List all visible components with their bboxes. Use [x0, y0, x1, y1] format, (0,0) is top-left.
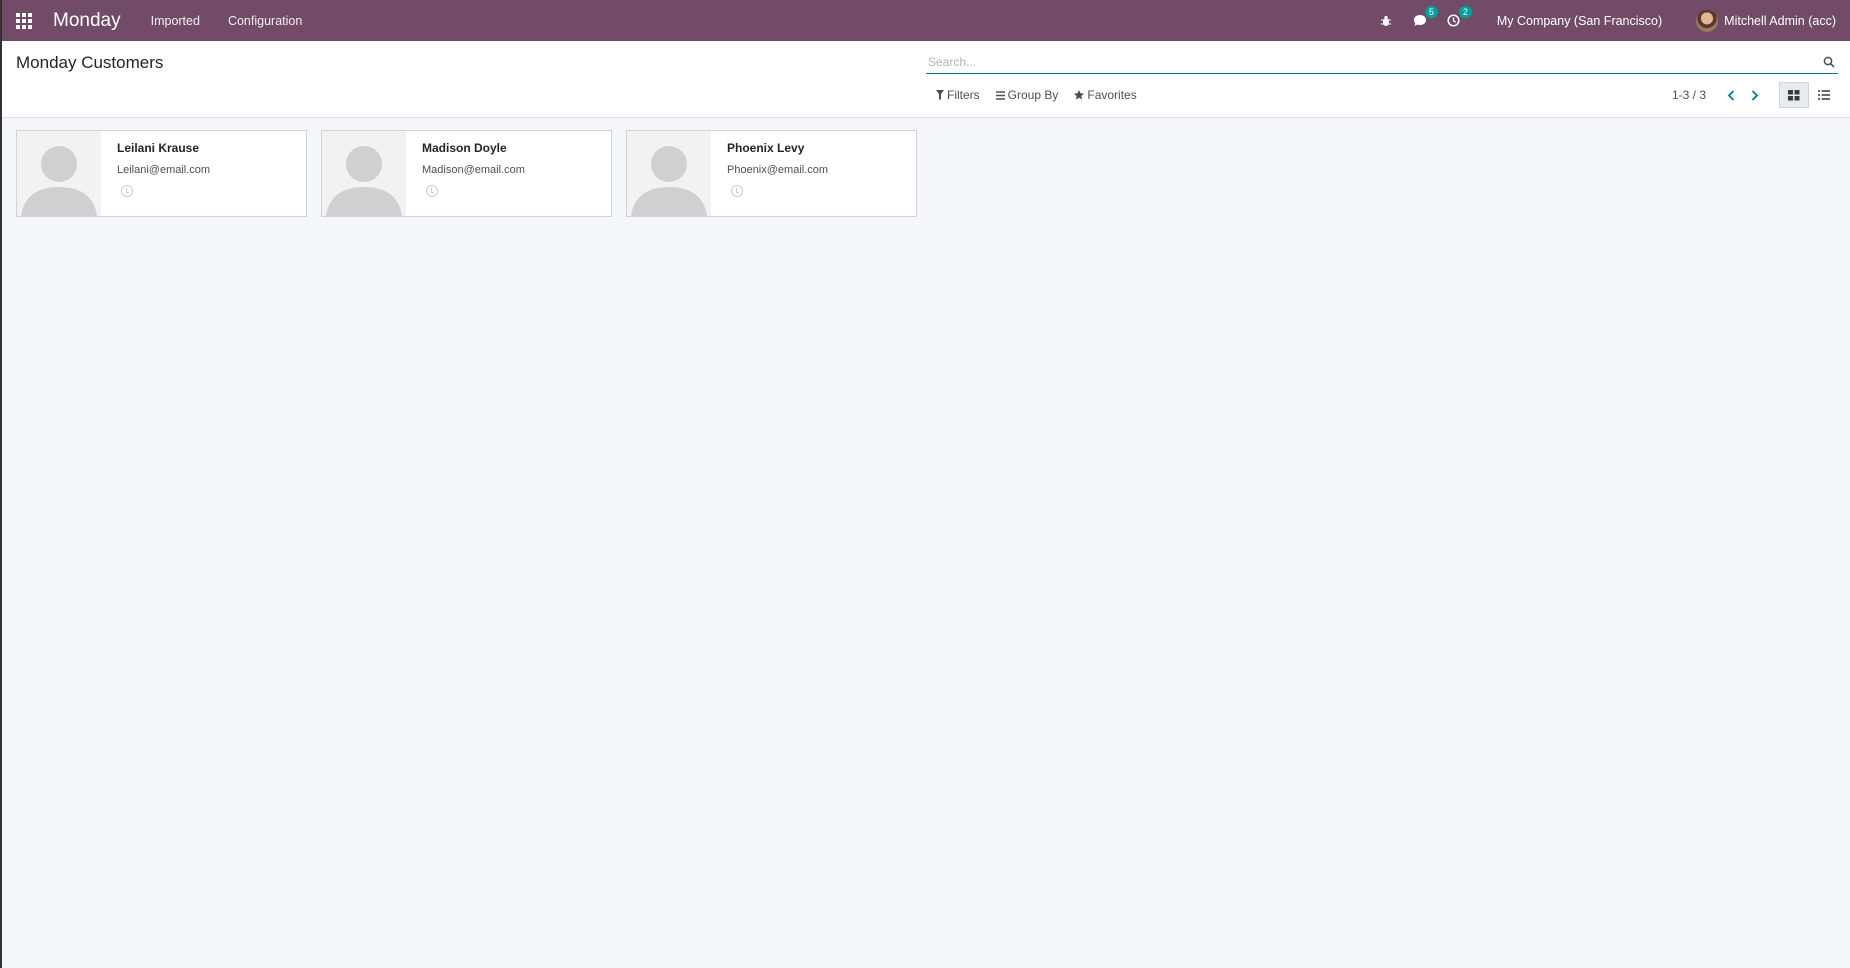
kanban-view: Leilani Krause Leilani@email.com Madison…	[16, 130, 917, 217]
filters-label: Filters	[947, 88, 980, 102]
customer-avatar-placeholder	[627, 131, 711, 216]
group-by-button[interactable]: Group By	[995, 88, 1059, 102]
activities-badge: 2	[1458, 5, 1472, 18]
filter-icon	[936, 90, 944, 100]
search-input[interactable]	[926, 54, 1820, 69]
pager-next-icon[interactable]	[1748, 88, 1762, 102]
menu-item-configuration[interactable]: Configuration	[214, 14, 316, 28]
systray: 5 2 My Company (San Francisco) Mitchell …	[1369, 0, 1850, 41]
user-menu[interactable]: Mitchell Admin (acc)	[1696, 9, 1836, 32]
filters-button[interactable]: Filters	[936, 88, 980, 102]
activity-clock-icon[interactable]	[121, 185, 133, 197]
kanban-view-icon[interactable]	[1779, 82, 1809, 108]
user-name: Mitchell Admin (acc)	[1724, 13, 1836, 28]
top-navbar: Monday Imported Configuration 5 2 My Com…	[2, 0, 1850, 41]
favorites-label: Favorites	[1087, 88, 1137, 102]
company-switcher[interactable]: My Company (San Francisco)	[1497, 14, 1662, 28]
pager-value[interactable]: 1-3 / 3	[1672, 88, 1706, 102]
group-by-label: Group By	[1007, 88, 1059, 102]
pager-previous-icon[interactable]	[1724, 88, 1738, 102]
star-icon	[1074, 90, 1085, 100]
page-title: Monday Customers	[16, 53, 164, 72]
search-icon[interactable]	[1820, 53, 1838, 71]
customer-name: Leilani Krause	[117, 141, 200, 155]
customer-avatar-placeholder	[17, 131, 101, 216]
customer-email: Leilani@email.com	[117, 164, 211, 176]
search-bar	[926, 50, 1838, 74]
list-view-icon[interactable]	[1809, 82, 1839, 108]
customer-email: Phoenix@email.com	[727, 164, 829, 176]
customer-avatar-placeholder	[322, 131, 406, 216]
debug-bug-icon[interactable]	[1378, 13, 1394, 29]
user-avatar	[1696, 9, 1719, 32]
customer-name: Madison Doyle	[422, 141, 507, 155]
menu-item-imported[interactable]: Imported	[137, 14, 214, 28]
activity-clock-icon[interactable]	[731, 185, 743, 197]
search-options: Filters Group By Favorites	[936, 88, 1137, 102]
kanban-card[interactable]: Madison Doyle Madison@email.com	[321, 130, 612, 217]
control-panel: Monday Customers Filters Group By Favori…	[2, 41, 1850, 118]
customer-name: Phoenix Levy	[727, 141, 805, 155]
app-brand[interactable]: Monday	[53, 10, 121, 32]
customer-email: Madison@email.com	[422, 164, 525, 176]
apps-menu-icon[interactable]	[16, 12, 32, 29]
activity-clock-icon[interactable]	[426, 185, 438, 197]
messages-icon[interactable]: 5	[1412, 5, 1438, 29]
group-by-icon	[995, 90, 1005, 100]
favorites-button[interactable]: Favorites	[1074, 88, 1137, 102]
kanban-card[interactable]: Leilani Krause Leilani@email.com	[16, 130, 307, 217]
pager: 1-3 / 3	[1672, 88, 1772, 102]
activities-clock-icon[interactable]: 2	[1446, 5, 1472, 29]
messages-badge: 5	[1424, 5, 1438, 18]
kanban-card[interactable]: Phoenix Levy Phoenix@email.com	[626, 130, 917, 217]
view-switcher	[1779, 82, 1839, 108]
